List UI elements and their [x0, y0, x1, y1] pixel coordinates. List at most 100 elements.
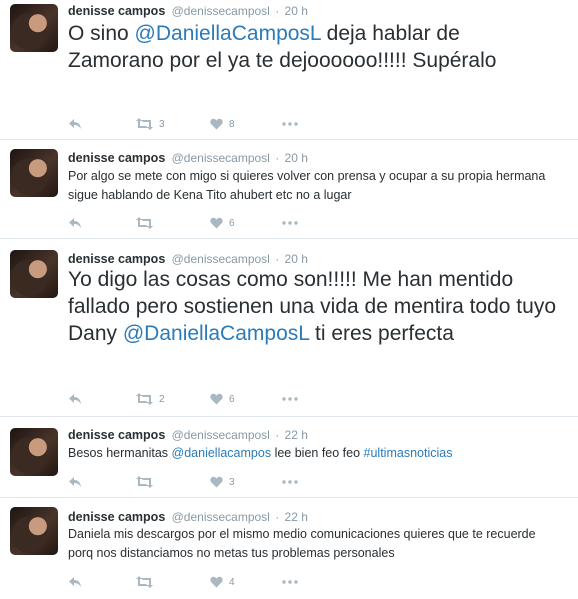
- mention-link[interactable]: @daniellacampos: [172, 446, 272, 460]
- tweet[interactable]: denisse campos @denissecamposl · 20 h Yo…: [0, 240, 578, 417]
- user-handle[interactable]: @denissecamposl: [172, 4, 270, 18]
- tweet[interactable]: denisse campos @denissecamposl · 20 h O …: [0, 0, 578, 140]
- more-icon: [282, 480, 298, 484]
- timestamp[interactable]: 22 h: [285, 510, 308, 524]
- timestamp[interactable]: 20 h: [285, 151, 308, 165]
- tweet-header: denisse campos @denissecamposl · 20 h: [68, 4, 308, 18]
- retweet-icon: [136, 576, 153, 588]
- tweet-text-segment: Daniela mis descargos por el mismo medio…: [68, 527, 536, 560]
- mention-link[interactable]: @DaniellaCamposL: [123, 322, 309, 345]
- retweet-button[interactable]: [136, 573, 159, 591]
- retweet-icon: [136, 476, 153, 488]
- more-button[interactable]: [282, 473, 298, 491]
- separator-dot: ·: [275, 4, 280, 18]
- tweet-header: denisse campos @denissecamposl · 22 h: [68, 428, 308, 442]
- tweet-text: O sino @DaniellaCamposL deja hablar de Z…: [68, 20, 560, 74]
- like-count: 6: [229, 393, 235, 405]
- tweet[interactable]: denisse campos @denissecamposl · 20 h Po…: [0, 141, 578, 239]
- like-button[interactable]: 6: [210, 390, 235, 408]
- user-handle[interactable]: @denissecamposl: [172, 252, 270, 266]
- reply-button[interactable]: [68, 214, 82, 232]
- avatar[interactable]: [10, 250, 58, 298]
- reply-button[interactable]: [68, 115, 82, 133]
- like-button[interactable]: 6: [210, 214, 235, 232]
- more-icon: [282, 122, 298, 126]
- tweet-header: denisse campos @denissecamposl · 20 h: [68, 151, 308, 165]
- timestamp[interactable]: 22 h: [285, 428, 308, 442]
- tweet[interactable]: denisse campos @denissecamposl · 22 h Da…: [0, 499, 578, 599]
- tweet-header: denisse campos @denissecamposl · 20 h: [68, 252, 308, 266]
- retweet-button[interactable]: [136, 214, 159, 232]
- tweet-actions: 3: [68, 473, 368, 491]
- heart-icon: [210, 118, 223, 130]
- more-button[interactable]: [282, 573, 298, 591]
- retweet-count: 2: [159, 393, 165, 405]
- tweet-header: denisse campos @denissecamposl · 22 h: [68, 510, 308, 524]
- avatar[interactable]: [10, 149, 58, 197]
- tweet-text-segment: Por algo se mete con migo si quieres vol…: [68, 169, 546, 202]
- user-name[interactable]: denisse campos: [68, 510, 165, 524]
- tweet-actions: 4: [68, 573, 368, 591]
- more-icon: [282, 580, 298, 584]
- tweet-text: Yo digo las cosas como son!!!!! Me han m…: [68, 266, 560, 347]
- tweet-text-segment: Besos hermanitas: [68, 446, 172, 460]
- like-count: 6: [229, 217, 235, 229]
- tweet-text-segment: O sino: [68, 22, 135, 45]
- tweet-text-segment: ti eres perfecta: [309, 322, 454, 345]
- tweet-text-segment: lee bien feo feo: [271, 446, 364, 460]
- separator-dot: ·: [275, 252, 280, 266]
- tweet-text: Por algo se mete con migo si quieres vol…: [68, 167, 560, 205]
- tweet-actions: 6: [68, 214, 368, 232]
- reply-icon: [68, 476, 82, 488]
- reply-button[interactable]: [68, 473, 82, 491]
- more-icon: [282, 221, 298, 225]
- heart-icon: [210, 476, 223, 488]
- retweet-button[interactable]: 2: [136, 390, 165, 408]
- tweet-text: Besos hermanitas @daniellacampos lee bie…: [68, 444, 560, 463]
- like-button[interactable]: 3: [210, 473, 235, 491]
- more-button[interactable]: [282, 214, 298, 232]
- more-icon: [282, 397, 298, 401]
- timestamp[interactable]: 20 h: [285, 252, 308, 266]
- heart-icon: [210, 217, 223, 229]
- hashtag-link[interactable]: #ultimasnoticias: [364, 446, 453, 460]
- avatar[interactable]: [10, 507, 58, 555]
- separator-dot: ·: [275, 428, 280, 442]
- user-name[interactable]: denisse campos: [68, 252, 165, 266]
- user-name[interactable]: denisse campos: [68, 428, 165, 442]
- tweet-timeline: denisse campos @denissecamposl · 20 h O …: [0, 0, 578, 599]
- reply-button[interactable]: [68, 390, 82, 408]
- reply-icon: [68, 576, 82, 588]
- mention-link[interactable]: @DaniellaCamposL: [135, 22, 321, 45]
- user-handle[interactable]: @denissecamposl: [172, 151, 270, 165]
- heart-icon: [210, 393, 223, 405]
- like-count: 4: [229, 576, 235, 588]
- reply-icon: [68, 118, 82, 130]
- reply-icon: [68, 393, 82, 405]
- separator-dot: ·: [275, 151, 280, 165]
- retweet-icon: [136, 393, 153, 405]
- retweet-count: 3: [159, 118, 165, 130]
- timestamp[interactable]: 20 h: [285, 4, 308, 18]
- like-button[interactable]: 8: [210, 115, 235, 133]
- separator-dot: ·: [275, 510, 280, 524]
- reply-button[interactable]: [68, 573, 82, 591]
- heart-icon: [210, 576, 223, 588]
- user-name[interactable]: denisse campos: [68, 4, 165, 18]
- user-name[interactable]: denisse campos: [68, 151, 165, 165]
- like-button[interactable]: 4: [210, 573, 235, 591]
- more-button[interactable]: [282, 390, 298, 408]
- avatar[interactable]: [10, 4, 58, 52]
- tweet-actions: 2 6: [68, 390, 368, 408]
- avatar[interactable]: [10, 428, 58, 476]
- retweet-icon: [136, 217, 153, 229]
- user-handle[interactable]: @denissecamposl: [172, 510, 270, 524]
- retweet-icon: [136, 118, 153, 130]
- user-handle[interactable]: @denissecamposl: [172, 428, 270, 442]
- tweet-text: Daniela mis descargos por el mismo medio…: [68, 525, 560, 563]
- tweet-actions: 3 8: [68, 115, 368, 133]
- tweet[interactable]: denisse campos @denissecamposl · 22 h Be…: [0, 418, 578, 498]
- more-button[interactable]: [282, 115, 298, 133]
- retweet-button[interactable]: 3: [136, 115, 165, 133]
- retweet-button[interactable]: [136, 473, 159, 491]
